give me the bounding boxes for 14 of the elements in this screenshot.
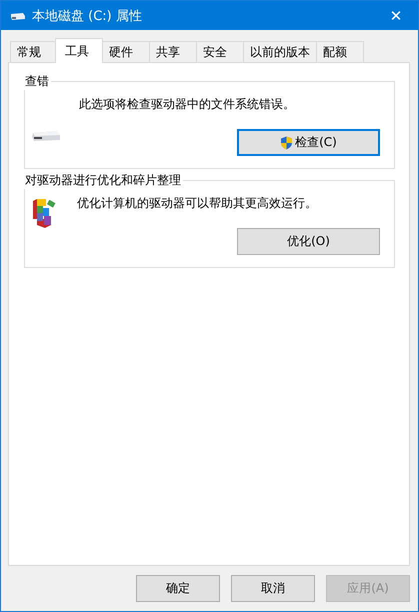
tab[interactable]: 工具 bbox=[55, 38, 103, 63]
action-button[interactable]: 优化(O) bbox=[237, 228, 380, 255]
group-title: 查错 bbox=[24, 73, 50, 90]
action-button[interactable]: 检查(C) bbox=[237, 129, 380, 156]
description-text: 此选项将检查驱动器中的文件系统错误。 bbox=[79, 96, 295, 113]
drive-icon bbox=[31, 128, 61, 142]
tab[interactable]: 配额 bbox=[316, 41, 364, 63]
dialog-button[interactable]: 取消 bbox=[231, 575, 315, 602]
close-button[interactable]: ✕ bbox=[374, 1, 418, 30]
group-title: 对驱动器进行优化和碎片整理 bbox=[24, 172, 182, 189]
window-title: 本地磁盘 (C:) 属性 bbox=[32, 8, 143, 24]
description-text: 优化计算机的驱动器可以帮助其更高效运行。 bbox=[77, 195, 317, 212]
drive-icon bbox=[10, 10, 26, 20]
dialog-button[interactable]: 确定 bbox=[136, 575, 220, 602]
